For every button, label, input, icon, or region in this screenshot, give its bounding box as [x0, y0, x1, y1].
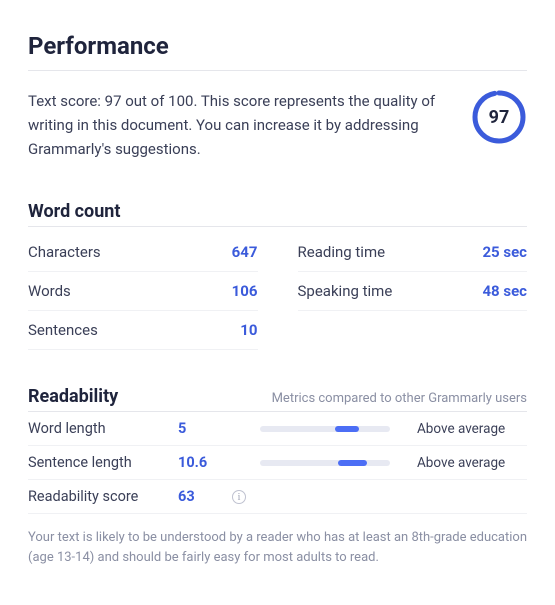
- read-value: 63: [178, 488, 222, 505]
- readability-subtitle: Metrics compared to other Grammarly user…: [272, 391, 527, 406]
- wc-label: Speaking time: [298, 282, 393, 300]
- wc-value: 10: [240, 321, 257, 339]
- wc-row: Reading time 25 sec: [298, 233, 528, 272]
- metric-bar-fill: [338, 460, 367, 466]
- read-level: Above average: [417, 455, 527, 471]
- read-value: 5: [178, 420, 222, 437]
- metric-bar-fill: [335, 426, 358, 432]
- readability-row: Readability score 63 i: [28, 480, 527, 514]
- word-count-grid: Characters 647 Words 106 Sentences 10 Re…: [28, 233, 527, 350]
- wc-value: 106: [232, 282, 258, 300]
- divider: [28, 226, 527, 227]
- metric-bar: [260, 426, 390, 432]
- wc-label: Reading time: [298, 243, 386, 261]
- divider: [28, 70, 527, 71]
- score-value: 97: [471, 89, 527, 145]
- metric-bar: [260, 460, 390, 466]
- read-label: Readability score: [28, 488, 168, 505]
- wc-row: Words 106: [28, 272, 258, 311]
- wc-row: Characters 647: [28, 233, 258, 272]
- read-label: Word length: [28, 420, 168, 437]
- wc-label: Words: [28, 282, 71, 300]
- readability-row: Sentence length 10.6 Above average: [28, 446, 527, 480]
- readability-row: Word length 5 Above average: [28, 412, 527, 446]
- wc-row: Speaking time 48 sec: [298, 272, 528, 311]
- wc-row: Sentences 10: [28, 311, 258, 350]
- read-level: Above average: [417, 421, 527, 437]
- readability-footnote: Your text is likely to be understood by …: [28, 528, 527, 568]
- word-count-heading: Word count: [28, 201, 527, 222]
- info-icon[interactable]: i: [232, 489, 250, 505]
- page-title: Performance: [28, 32, 527, 60]
- wc-label: Characters: [28, 243, 101, 261]
- wc-value: 48 sec: [482, 282, 527, 300]
- score-ring: 97: [471, 89, 527, 145]
- wc-value: 25 sec: [482, 243, 527, 261]
- read-label: Sentence length: [28, 454, 168, 471]
- readability-heading: Readability: [28, 386, 118, 407]
- wc-label: Sentences: [28, 321, 98, 339]
- wc-value: 647: [232, 243, 258, 261]
- read-value: 10.6: [178, 454, 222, 471]
- score-description: Text score: 97 out of 100. This score re…: [28, 89, 451, 161]
